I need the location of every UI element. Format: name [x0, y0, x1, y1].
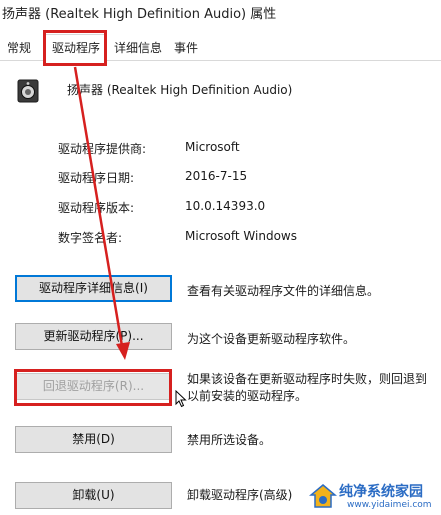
disable-device-button[interactable]: 禁用(D) [15, 426, 172, 453]
roll-back-driver-desc: 如果该设备在更新驱动程序时失败，则回退到 以前安装的驱动程序。 [187, 371, 427, 405]
date-label: 驱动程序日期: [58, 171, 135, 185]
uninstall-driver-desc: 卸载驱动程序(高级) [187, 487, 292, 504]
roll-back-desc-line-1: 如果该设备在更新驱动程序时失败，则回退到 [187, 372, 428, 386]
disable-device-desc-line: 禁用所选设备。 [187, 433, 272, 447]
rollback-highlight-box [14, 369, 172, 406]
mouse-cursor-icon [175, 389, 187, 411]
tab-events[interactable]: 事件 [171, 37, 201, 59]
signer-label: 数字签名者: [58, 231, 123, 245]
speaker-icon [17, 79, 39, 103]
watermark: 纯净系统家园 www.yidaimei.com [307, 480, 437, 512]
provider-value: Microsoft [185, 140, 240, 154]
uninstall-driver-desc-line: 卸载驱动程序(高级) [187, 488, 293, 502]
uninstall-driver-button[interactable]: 卸载(U) [15, 482, 172, 509]
tab-details[interactable]: 详细信息 [112, 37, 164, 59]
driver-details-desc-line: 查看有关驱动程序文件的详细信息。 [187, 284, 380, 298]
update-driver-button[interactable]: 更新驱动程序(P)... [15, 323, 172, 350]
device-name: 扬声器 (Realtek High Definition Audio) [67, 83, 293, 97]
tab-highlight-box [43, 30, 107, 66]
disable-device-desc: 禁用所选设备。 [187, 432, 271, 449]
roll-back-desc-line-2: 以前安装的驱动程序。 [187, 389, 308, 403]
watermark-title: 纯净系统家园 [339, 484, 423, 500]
watermark-url: www.yidaimei.com [347, 500, 432, 510]
driver-details-button[interactable]: 驱动程序详细信息(I) [15, 275, 172, 302]
watermark-logo-icon [308, 483, 338, 512]
version-value: 10.0.14393.0 [185, 199, 266, 213]
update-driver-desc: 为这个设备更新驱动程序软件。 [187, 331, 355, 348]
signer-value: Microsoft Windows [185, 229, 297, 243]
date-value: 2016-7-15 [185, 169, 248, 183]
window-title: 扬声器 (Realtek High Definition Audio) 属性 [2, 7, 277, 22]
update-driver-desc-line: 为这个设备更新驱动程序软件。 [187, 332, 356, 346]
driver-details-desc: 查看有关驱动程序文件的详细信息。 [187, 283, 379, 300]
version-label: 驱动程序版本: [58, 201, 135, 215]
provider-label: 驱动程序提供商: [58, 142, 147, 156]
tab-general[interactable]: 常规 [4, 37, 34, 59]
title-bar: 扬声器 (Realtek High Definition Audio) 属性 [0, 0, 441, 28]
